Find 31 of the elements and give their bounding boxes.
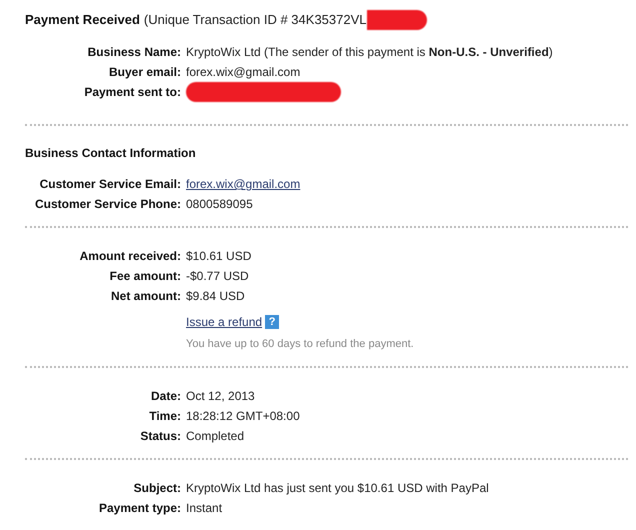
field-label: Date: [150,388,181,405]
field-label: Buyer email: [108,64,181,81]
field-label: Payment type: [98,500,181,517]
field-label: Amount received: [78,248,181,265]
field-value: Completed [186,428,244,445]
field-value: Instant [186,500,222,517]
field-label: Time: [148,408,181,425]
help-icon: ? [265,315,280,329]
hint-text: You have up to 60 days to refund the payment. [186,336,414,352]
page-title: Payment Received [25,11,140,30]
field-label: Subject: [132,480,181,497]
field-label: Status: [139,428,181,445]
field-value: Oct 12, 2013 [186,388,255,405]
field-label: Payment sent to: [83,84,181,101]
field-label: Customer Service Email: [38,176,181,193]
field-value: $10.61 USD [186,248,252,265]
field-value: KryptoWix Ltd (The sender of this payment is Non-U.S. - Unverified) [186,44,553,61]
field-label: Business Name: [86,44,181,61]
field-label: Customer Service Phone: [34,196,181,213]
field-value: forex.wix@gmail.com [186,64,300,81]
transaction-id: (Unique Transaction ID # 34K35372VL [144,11,366,30]
field-value: 0800589095 [186,196,253,213]
section-heading: Business Contact Information [25,145,197,162]
field-value: 18:28:12 GMT+08:00 [186,408,300,425]
field-value: KryptoWix Ltd has just sent you $10.61 USD with PayPal [186,480,489,497]
field-label: Net amount: [110,288,181,305]
email-link[interactable]: forex.wix@gmail.com [186,175,300,193]
refund-link[interactable]: Issue a refund [186,313,262,331]
field-value: -$0.77 USD [186,268,249,285]
field-value: $9.84 USD [186,288,245,305]
field-label: Fee amount: [108,268,181,285]
